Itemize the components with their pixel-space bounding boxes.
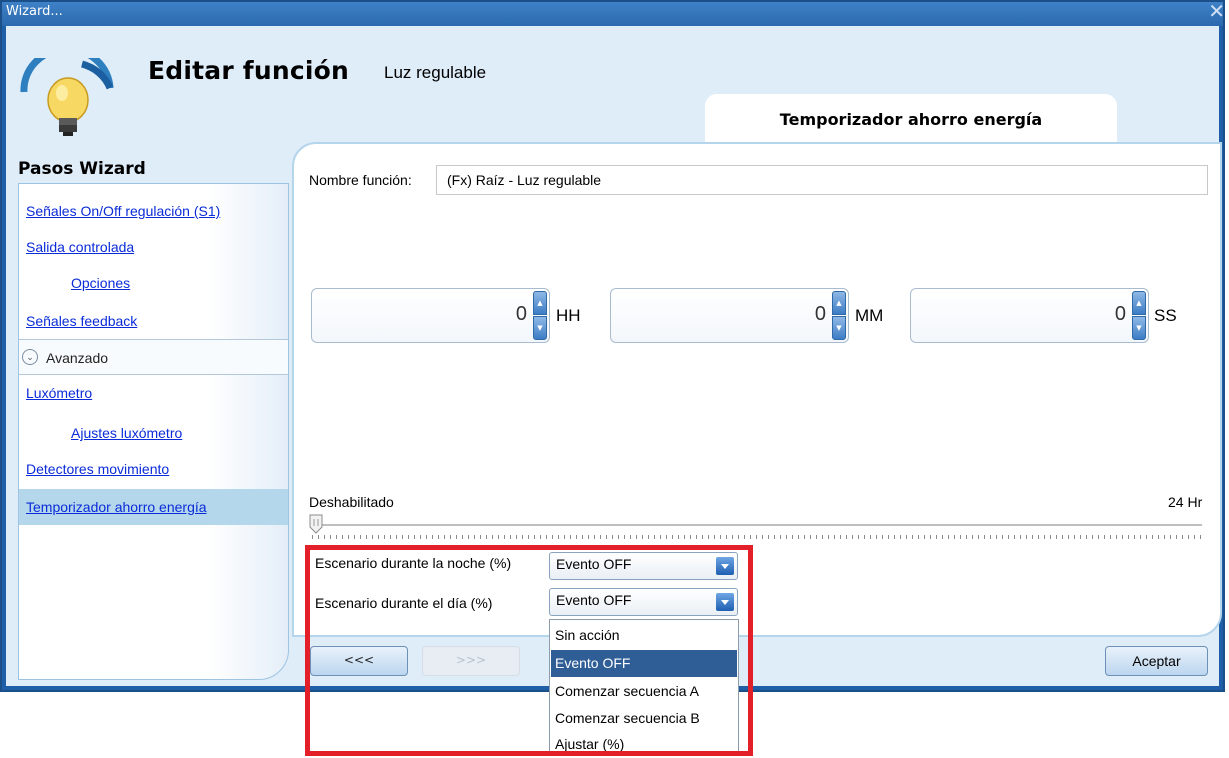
sidebar-item-label[interactable]: Temporizador ahorro energía [26,499,207,515]
sidebar-item-onoff-signals[interactable]: Señales On/Off regulación (S1) [19,193,288,229]
day-scenario-label: Escenario durante el día (%) [315,595,493,611]
tab-label: Temporizador ahorro energía [779,110,1043,129]
night-scenario-value: Evento OFF [556,556,632,572]
back-button[interactable]: <<< [310,646,408,676]
timer-slider-track[interactable] [312,524,1202,526]
close-icon[interactable]: ✕ [1208,1,1225,21]
sidebar-item-motion-detectors[interactable]: Detectores movimiento [19,451,288,487]
chevron-down-icon[interactable]: ⌄ [22,349,38,365]
option-start-sequence-a[interactable]: Comenzar secuencia A [551,678,737,705]
steps-heading: Pasos Wizard [18,159,146,179]
seconds-unit: SS [1154,306,1177,325]
night-scenario-label: Escenario durante la noche (%) [315,555,512,571]
sidebar-item-label[interactable]: Salida controlada [26,239,134,255]
option-event-off[interactable]: Evento OFF [551,650,737,677]
page-title: Editar función [148,56,350,85]
decrement-icon[interactable]: ▼ [1132,316,1146,340]
increment-icon[interactable]: ▲ [832,291,846,315]
sidebar-item-label[interactable]: Señales On/Off regulación (S1) [26,203,220,219]
sidebar-group-advanced[interactable]: ⌄ Avanzado [19,339,288,375]
dropdown-arrow-icon[interactable] [716,557,734,575]
sidebar-item-label[interactable]: Ajustes luxómetro [71,425,182,441]
option-adjust-percent[interactable]: Ajustar (%) [551,731,737,758]
wizard-steps-sidebar: Señales On/Off regulación (S1) Salida co… [18,183,289,680]
sidebar-item-luxmeter-settings[interactable]: Ajustes luxómetro [19,415,288,451]
slider-max-label: 24 Hr [1168,494,1203,510]
title-bar [2,2,1223,26]
increment-icon[interactable]: ▲ [533,291,547,315]
sidebar-item-controlled-output[interactable]: Salida controlada [19,229,288,265]
page-subtitle: Luz regulable [384,63,487,82]
hours-stepper[interactable]: 0 ▲ ▼ [311,288,550,343]
hours-unit: HH [556,306,581,325]
sidebar-item-luxmeter[interactable]: Luxómetro [19,375,288,411]
slider-ticks [312,535,1202,539]
accept-button[interactable]: Aceptar [1105,646,1208,676]
seconds-stepper[interactable]: 0 ▲ ▼ [910,288,1149,343]
minutes-value[interactable]: 0 [815,303,826,326]
day-scenario-options-list[interactable]: Sin acción Evento OFF Comenzar secuencia… [549,619,739,756]
function-name-field[interactable]: (Fx) Raíz - Luz regulable [436,165,1208,195]
window-title: Wizard... [6,4,63,19]
sidebar-group-label: Avanzado [46,350,109,366]
increment-icon[interactable]: ▲ [1132,291,1146,315]
sidebar-item-label[interactable]: Señales feedback [26,313,137,329]
decrement-icon[interactable]: ▼ [832,316,846,340]
sidebar-item-label[interactable]: Detectores movimiento [26,461,169,477]
day-scenario-select[interactable]: Evento OFF [549,588,738,616]
minutes-stepper[interactable]: 0 ▲ ▼ [610,288,849,343]
slider-min-label: Deshabilitado [309,494,394,510]
decrement-icon[interactable]: ▼ [533,316,547,340]
function-name-label: Nombre función: [309,172,412,188]
dropdown-arrow-icon[interactable] [716,593,734,611]
night-scenario-select[interactable]: Evento OFF [549,552,738,580]
next-button[interactable]: >>> [422,646,520,676]
sidebar-item-options[interactable]: Opciones [19,265,288,301]
sidebar-item-label[interactable]: Luxómetro [26,385,92,401]
minutes-unit: MM [855,306,884,325]
day-scenario-value: Evento OFF [556,592,632,608]
sidebar-item-feedback-signals[interactable]: Señales feedback [19,303,288,339]
sidebar-item-label[interactable]: Opciones [71,275,130,291]
sidebar-item-energy-saving-timer[interactable]: Temporizador ahorro energía [19,489,288,525]
light-bulb-icon [20,58,114,136]
option-no-action[interactable]: Sin acción [551,622,737,649]
seconds-value[interactable]: 0 [1115,303,1126,326]
hours-value[interactable]: 0 [516,303,527,326]
slider-thumb[interactable] [309,514,323,534]
option-start-sequence-b[interactable]: Comenzar secuencia B [551,705,737,732]
